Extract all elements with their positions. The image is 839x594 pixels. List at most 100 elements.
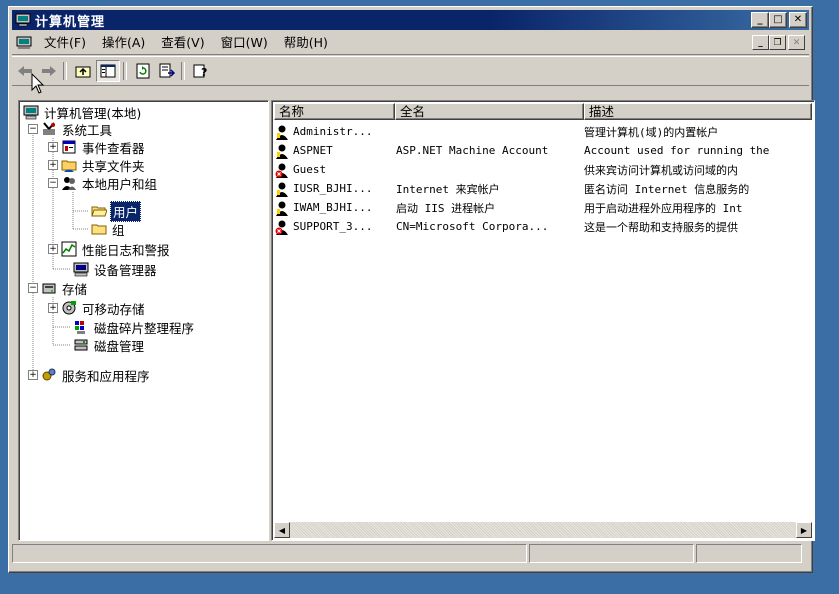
tree-node-system-tools[interactable]: 系统工具: [41, 120, 114, 138]
child-restore-button[interactable]: ❐: [769, 35, 786, 50]
event-viewer-icon: [62, 140, 76, 154]
help-icon: ?: [193, 64, 207, 79]
tree-node-event-viewer[interactable]: 事件查看器: [61, 138, 147, 156]
content-panes: 计算机管理(本地) − 系统工具 + 事件查看器 + 共享文件夹 − 本地用户和…: [18, 100, 815, 541]
minimize-icon: _: [757, 14, 763, 25]
user-name-cell: Guest: [293, 163, 327, 176]
scroll-track[interactable]: [290, 522, 796, 538]
user-icon: [276, 125, 288, 140]
column-header-description[interactable]: 描述: [584, 103, 812, 120]
tree-node-disk-defragmenter[interactable]: 磁盘碎片整理程序: [73, 318, 196, 336]
child-minimize-button[interactable]: _: [752, 35, 769, 50]
expand-toggle[interactable]: +: [48, 160, 58, 170]
user-row[interactable]: Administr... 管理计算机(域)的内置帐户: [274, 122, 804, 141]
close-button[interactable]: ✕: [789, 12, 807, 28]
mouse-pointer-icon: [31, 73, 45, 94]
tree-node-storage[interactable]: 存储: [41, 279, 89, 297]
tree-node-users[interactable]: 用户: [91, 200, 142, 222]
expand-toggle[interactable]: +: [48, 142, 58, 152]
user-description-cell: 匿名访问 Internet 信息服务的: [584, 182, 750, 196]
status-bar: [12, 544, 809, 565]
scroll-right-button[interactable]: ▶: [796, 522, 812, 538]
help-button[interactable]: ?: [190, 61, 212, 81]
tree-node-services-applications[interactable]: 服务和应用程序: [41, 366, 152, 384]
disabled-user-icon: [275, 163, 288, 178]
performance-icon: [61, 241, 77, 257]
status-panel-3: [696, 544, 802, 563]
up-one-level-button[interactable]: [72, 61, 94, 81]
menu-window[interactable]: 窗口(W): [213, 33, 276, 53]
export-list-button[interactable]: [156, 61, 178, 81]
console-tree-pane[interactable]: 计算机管理(本地) − 系统工具 + 事件查看器 + 共享文件夹 − 本地用户和…: [18, 100, 269, 541]
defrag-icon: [75, 321, 85, 334]
expand-toggle[interactable]: +: [48, 303, 58, 313]
tree-node-performance-logs[interactable]: 性能日志和警报: [61, 240, 172, 258]
menu-view[interactable]: 查看(V): [153, 33, 212, 53]
computer-management-icon: [15, 13, 31, 27]
restore-icon: ❐: [773, 37, 782, 48]
close-icon: ✕: [792, 37, 801, 48]
menu-file[interactable]: 文件(F): [36, 33, 94, 53]
user-fullname-cell: CN=Microsoft Corpora...: [396, 220, 549, 233]
tree-node-device-manager[interactable]: 设备管理器: [73, 260, 159, 278]
user-description-cell: 这是一个帮助和支持服务的提供: [584, 220, 738, 234]
window-title: 计算机管理: [35, 14, 106, 30]
user-row[interactable]: IUSR_BJHI... Internet 来宾帐户 匿名访问 Internet…: [274, 179, 804, 198]
storage-icon: [42, 283, 56, 294]
tree-node-label: 系统工具: [62, 122, 113, 138]
tree-node-label: 存储: [62, 281, 88, 297]
minimize-button[interactable]: _: [751, 12, 769, 28]
column-header-fullname[interactable]: 全名: [395, 103, 584, 120]
refresh-button[interactable]: [132, 61, 154, 81]
tree-node-local-users-groups[interactable]: 本地用户和组: [61, 174, 159, 192]
up-folder-icon: [75, 66, 91, 78]
users-groups-icon: [62, 177, 76, 190]
tree-node-label: 服务和应用程序: [62, 368, 150, 384]
expand-toggle[interactable]: +: [48, 244, 58, 254]
details-list-pane[interactable]: 名称 全名 描述 Administr... 管理计算机(域)的内置帐户 ASPN…: [271, 100, 815, 541]
computer-management-window: 计算机管理 _ □ ✕ 文件(F) 操作(A) 查看(V) 窗口(W) 帮助(H…: [8, 6, 815, 573]
user-fullname-cell: Internet 来宾帐户: [396, 182, 500, 196]
tree-node-groups[interactable]: 组: [91, 220, 127, 238]
user-description-cell: Account used for running the: [584, 144, 770, 157]
menu-help[interactable]: 帮助(H): [276, 33, 336, 53]
status-panel-main: [12, 544, 527, 563]
svg-text:?: ?: [201, 66, 207, 79]
user-row[interactable]: ASPNET ASP.NET Machine Account Account u…: [274, 141, 804, 160]
tree-node-shared-folders[interactable]: 共享文件夹: [61, 156, 147, 174]
tree-node-disk-management[interactable]: 磁盘管理: [73, 336, 146, 354]
disabled-user-icon: [275, 220, 288, 235]
collapse-toggle[interactable]: −: [28, 283, 38, 293]
user-row[interactable]: SUPPORT_3... CN=Microsoft Corpora... 这是一…: [274, 217, 804, 236]
tree-node-computer-management[interactable]: 计算机管理(本地): [23, 103, 143, 121]
folder-open-icon: [91, 206, 107, 217]
tree-node-label: 磁盘碎片整理程序: [94, 320, 195, 336]
toolbar: ?: [12, 56, 809, 86]
tree-node-removable-storage[interactable]: 可移动存储: [61, 299, 147, 317]
tree-node-label: 可移动存储: [82, 301, 145, 317]
user-row[interactable]: IWAM_BJHI... 启动 IIS 进程帐户 用于启动进程外应用程序的 In…: [274, 198, 804, 217]
services-icon: [42, 368, 56, 381]
tree-node-label: 设备管理器: [94, 262, 157, 278]
column-header-name[interactable]: 名称: [274, 103, 395, 120]
console-icon[interactable]: [16, 36, 32, 50]
show-tree-icon: [100, 64, 116, 78]
scroll-left-button[interactable]: ◀: [274, 522, 290, 538]
user-name-cell: IUSR_BJHI...: [293, 182, 373, 195]
user-name-cell: Administr...: [293, 125, 373, 138]
user-name-cell: IWAM_BJHI...: [293, 201, 373, 214]
user-row[interactable]: Guest 供来宾访问计算机或访问域的内: [274, 160, 804, 179]
menu-action[interactable]: 操作(A): [94, 33, 153, 53]
expand-toggle[interactable]: +: [28, 370, 38, 380]
collapse-toggle[interactable]: −: [48, 178, 58, 188]
tree-node-label: 组: [112, 222, 125, 238]
maximize-icon: □: [773, 14, 783, 25]
collapse-toggle[interactable]: −: [28, 124, 38, 134]
user-description-cell: 管理计算机(域)的内置帐户: [584, 125, 719, 139]
horizontal-scrollbar[interactable]: ◀ ▶: [274, 522, 812, 538]
show-hide-tree-button[interactable]: [96, 60, 120, 82]
maximize-button[interactable]: □: [769, 12, 787, 28]
child-close-button: ✕: [788, 35, 805, 50]
tree-node-label: 本地用户和组: [82, 176, 158, 192]
title-bar[interactable]: 计算机管理 _ □ ✕: [12, 10, 809, 30]
